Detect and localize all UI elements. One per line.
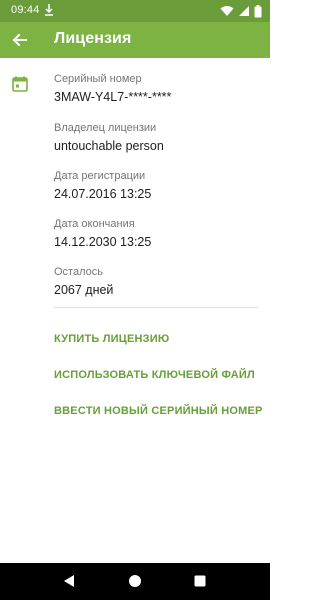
calendar-icon [12, 76, 28, 92]
nav-recents-icon[interactable] [194, 575, 206, 587]
serial-number-field: Серийный номер 3MAW-Y4L7-****-**** [54, 73, 264, 105]
nav-back-icon[interactable] [62, 574, 76, 588]
license-owner-label: Владелец лицензии [54, 122, 157, 134]
status-icons [220, 4, 262, 18]
arrow-left-icon[interactable] [11, 31, 29, 49]
days-remaining-field: Осталось 2067 дней [54, 266, 264, 298]
license-owner-value: untouchable person [54, 139, 164, 153]
battery-icon [254, 4, 262, 17]
enter-new-serial-button[interactable]: ВВЕСТИ НОВЫЙ СЕРИЙНЫЙ НОМЕР [54, 405, 263, 417]
wifi-icon [220, 6, 234, 16]
days-remaining-label: Осталось [54, 266, 103, 278]
registration-date-label: Дата регистрации [54, 170, 146, 182]
signal-icon [239, 6, 249, 16]
expiration-date-field: Дата окончания 14.12.2030 13:25 [54, 218, 264, 250]
registration-date-value: 24.07.2016 13:25 [54, 187, 152, 201]
app-bar: Лицензия [0, 22, 270, 58]
expiration-date-value: 14.12.2030 13:25 [54, 235, 152, 249]
serial-number-label: Серийный номер [54, 73, 142, 85]
nav-home-icon[interactable] [128, 574, 142, 588]
navigation-bar [0, 563, 270, 600]
registration-date-field: Дата регистрации 24.07.2016 13:25 [54, 170, 264, 202]
expiration-date-label: Дата окончания [54, 218, 135, 230]
divider [54, 307, 258, 308]
status-bar: 09:44 [0, 0, 270, 22]
status-time: 09:44 [11, 4, 40, 16]
serial-number-value: 3MAW-Y4L7-****-**** [54, 90, 172, 104]
page-title: Лицензия [54, 30, 132, 47]
buy-license-button[interactable]: КУПИТЬ ЛИЦЕНЗИЮ [54, 333, 169, 345]
license-owner-field: Владелец лицензии untouchable person [54, 122, 264, 154]
use-key-file-button[interactable]: ИСПОЛЬЗОВАТЬ КЛЮЧЕВОЙ ФАЙЛ [54, 369, 255, 381]
download-icon [45, 4, 53, 16]
days-remaining-value: 2067 дней [54, 283, 114, 297]
